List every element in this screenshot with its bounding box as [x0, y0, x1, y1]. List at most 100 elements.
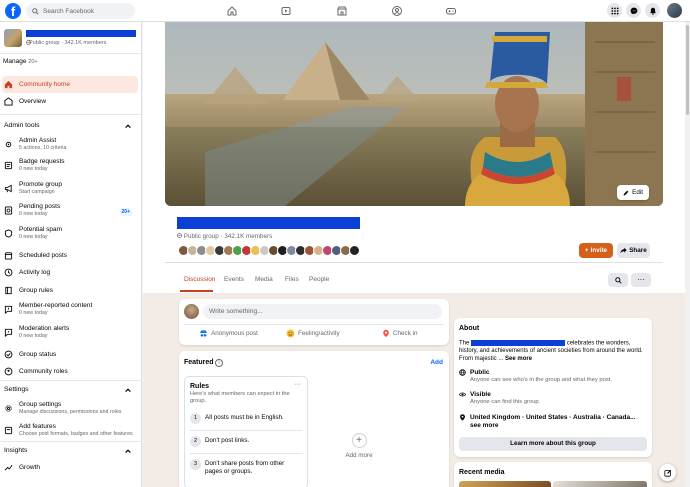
menu-button[interactable] — [607, 3, 622, 18]
add-more-label: Add more — [345, 452, 373, 459]
home-nav-icon[interactable] — [226, 5, 238, 17]
media-thumbnail[interactable] — [459, 481, 551, 487]
visibility-row: Visible Anyone can find this group. — [459, 391, 540, 406]
tab-discussion[interactable]: Discussion — [184, 276, 215, 283]
sidebar-item-label: Overview — [19, 98, 47, 105]
tab-people[interactable]: People — [309, 276, 329, 283]
media-thumbnail[interactable] — [553, 481, 647, 487]
invite-button[interactable]: + Invite — [579, 243, 613, 258]
rules-card[interactable]: Rules ··· Here's what members can expect… — [184, 376, 308, 487]
facebook-logo[interactable]: f — [5, 3, 21, 19]
tab-media[interactable]: Media — [255, 276, 273, 283]
page-scrollbar[interactable] — [685, 22, 690, 487]
sidebar-item-promote-group[interactable]: Promote group Start campaign — [2, 181, 138, 195]
sidebar-item-growth[interactable]: Growth — [2, 463, 138, 472]
check-in-button[interactable]: Check in — [382, 329, 418, 338]
sidebar-item-admin-assist[interactable]: Admin Assist 5 actions, 10 criteria — [2, 137, 138, 151]
sidebar-item-group-settings[interactable]: Group settings Manage discussions, permis… — [2, 401, 138, 415]
feeling-activity-button[interactable]: Feeling/activity — [286, 329, 340, 338]
scrollbar-thumb[interactable] — [686, 25, 689, 115]
sidebar-item-sub: 0 new today — [19, 234, 48, 240]
sidebar-item-potential-spam[interactable]: Potential spam 0 new today — [2, 226, 138, 240]
rule-number: 3 — [190, 459, 201, 470]
sidebar-item-label: Community roles — [19, 368, 68, 375]
sidebar-item-label: Scheduled posts — [19, 252, 68, 259]
compose-icon — [663, 469, 671, 477]
chevron-up-icon[interactable] — [124, 447, 132, 455]
sidebar-item-scheduled-posts[interactable]: Scheduled posts — [2, 251, 138, 260]
divider — [165, 262, 663, 263]
rules-more-icon[interactable]: ··· — [294, 381, 301, 388]
sidebar-item-badge-requests[interactable]: Badge requests 0 new today — [2, 158, 138, 172]
sidebar-item-group-rules[interactable]: Group rules — [2, 286, 138, 295]
video-nav-icon[interactable] — [280, 5, 292, 17]
sidebar-item-pending-posts[interactable]: Pending posts 0 new today 20+ — [2, 203, 138, 217]
groups-nav-icon[interactable] — [391, 5, 403, 17]
sidebar-item-community-home[interactable]: Community home — [2, 76, 138, 93]
recent-media-title: Recent media — [459, 469, 505, 476]
search-placeholder: Search Facebook — [43, 7, 94, 15]
search-group-button[interactable] — [608, 273, 628, 287]
more-options-button[interactable]: ··· — [631, 273, 651, 287]
badge-icon — [4, 161, 13, 170]
features-icon — [4, 426, 13, 435]
globe-icon — [459, 369, 466, 376]
add-more-button[interactable]: + Add more — [329, 433, 389, 459]
sidebar-item-activity-log[interactable]: Activity log — [2, 268, 138, 277]
feeling-activity-label: Feeling/activity — [298, 330, 340, 337]
search-icon — [614, 276, 622, 284]
chevron-up-icon[interactable] — [124, 122, 132, 130]
member-avatar[interactable] — [349, 245, 360, 256]
sidebar-item-sub: 0 new today — [19, 310, 48, 316]
megaphone-icon — [4, 184, 13, 193]
visible-desc: Anyone can find this group. — [470, 399, 541, 405]
rule-item: 2 Don't post links. — [190, 436, 303, 447]
rules-description: Here's what members can expect in the gr… — [190, 391, 290, 404]
growth-chart-icon — [4, 463, 13, 472]
manage-label: Manage 20+ — [3, 58, 38, 65]
group-thumbnail — [4, 29, 22, 47]
sidebar-item-sub: 0 new today — [19, 333, 48, 339]
sidebar-group-header[interactable]: Public group · 342.1K members — [0, 22, 141, 54]
share-button[interactable]: Share — [617, 243, 650, 258]
messenger-button[interactable] — [626, 3, 641, 18]
plus-icon: + — [351, 433, 367, 448]
search-icon — [32, 7, 39, 15]
about-title: About — [459, 325, 480, 332]
tab-files[interactable]: Files — [285, 276, 299, 283]
featured-add-link[interactable]: Add — [430, 359, 443, 366]
see-more-link[interactable]: See more — [505, 356, 532, 362]
roles-icon — [4, 367, 13, 376]
learn-more-button[interactable]: Learn more about this group — [459, 437, 647, 451]
tab-events[interactable]: Events — [224, 276, 244, 283]
sidebar-item-member-reported[interactable]: Member-reported content 0 new today — [2, 302, 138, 316]
anonymous-post-button[interactable]: Anonymous post — [199, 329, 258, 338]
sidebar-item-group-status[interactable]: Group status — [2, 350, 138, 359]
search-input[interactable]: Search Facebook — [26, 3, 135, 19]
sidebar-item-moderation-alerts[interactable]: Moderation alerts 0 new today — [2, 325, 138, 339]
sidebar-item-community-roles[interactable]: Community roles — [2, 367, 138, 376]
sidebar-item-overview[interactable]: Overview — [2, 97, 138, 106]
sidebar-item-label: Activity log — [19, 269, 51, 276]
sidebar-item-sub: 0 new today — [19, 211, 48, 217]
marketplace-nav-icon[interactable] — [336, 5, 348, 17]
divider — [0, 380, 141, 381]
gear-icon — [4, 404, 13, 413]
status-icon — [4, 350, 13, 359]
member-avatars[interactable] — [178, 245, 360, 256]
notifications-button[interactable] — [645, 3, 660, 18]
info-icon[interactable]: i — [215, 359, 223, 367]
sidebar-item-label: Badge requests — [19, 158, 65, 165]
gaming-nav-icon[interactable] — [445, 5, 457, 17]
profile-avatar[interactable] — [667, 3, 682, 18]
group-name-redacted — [26, 30, 136, 37]
sidebar-item-add-features[interactable]: Add features Choose post formats, badges … — [2, 423, 138, 437]
group-meta: Public group · 342.1K members — [177, 233, 272, 240]
chevron-up-icon[interactable] — [124, 386, 132, 394]
group-title-redacted — [177, 217, 360, 229]
composer-input[interactable]: Write something... — [203, 304, 442, 319]
location-see-more[interactable]: see more — [470, 422, 636, 430]
edit-cover-button[interactable]: Edit — [617, 185, 649, 200]
new-message-button[interactable] — [659, 464, 676, 481]
spam-shield-icon — [4, 228, 13, 238]
